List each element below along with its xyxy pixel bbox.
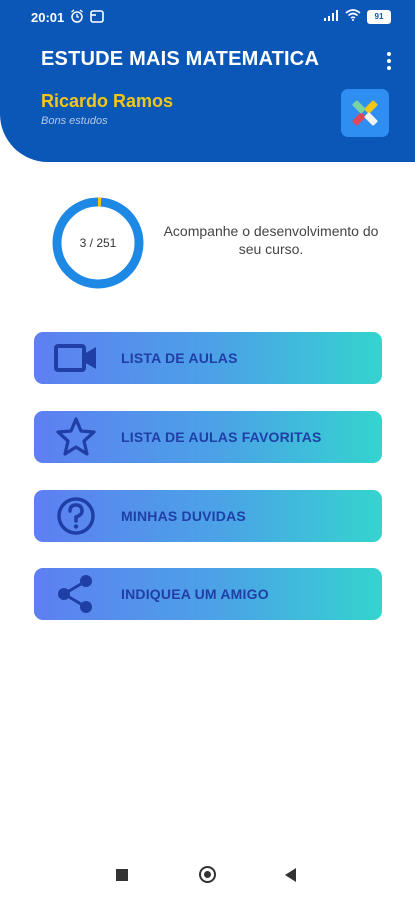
recent-apps-icon[interactable] bbox=[116, 869, 128, 881]
share-icon bbox=[52, 574, 100, 614]
help-circle-icon bbox=[52, 496, 100, 536]
star-icon bbox=[52, 417, 100, 457]
menu-item-label: LISTA DE AULAS bbox=[121, 350, 238, 366]
app-header: 20:01 91 ESTUDE MAIS MATEMATICA Ricardo … bbox=[0, 0, 415, 162]
menu-item-label: LISTA DE AULAS FAVORITAS bbox=[121, 429, 322, 445]
alarm-icon bbox=[70, 9, 84, 26]
app-notification-icon bbox=[90, 10, 104, 26]
status-bar: 20:01 91 bbox=[0, 0, 415, 34]
menu-item-label: MINHAS DUVIDAS bbox=[121, 508, 246, 524]
lessons-list-button[interactable]: LISTA DE AULAS bbox=[34, 332, 382, 384]
progress-description: Acompanhe o desenvolvimento do seu curso… bbox=[163, 223, 379, 257]
signal-icon bbox=[323, 9, 339, 24]
more-vert-icon[interactable] bbox=[386, 52, 392, 70]
system-nav-bar bbox=[0, 850, 415, 900]
course-progress-ring: 3 / 251 bbox=[51, 196, 145, 290]
wifi-icon bbox=[345, 9, 361, 24]
invite-friend-button[interactable]: INDIQUEA UM AMIGO bbox=[34, 568, 382, 620]
status-time: 20:01 bbox=[31, 10, 65, 25]
favorite-lessons-button[interactable]: LISTA DE AULAS FAVORITAS bbox=[34, 411, 382, 463]
home-icon[interactable] bbox=[199, 866, 216, 883]
menu-item-label: INDIQUEA UM AMIGO bbox=[121, 586, 269, 602]
battery-icon: 91 bbox=[367, 9, 391, 24]
app-logo-icon bbox=[341, 89, 389, 137]
my-questions-button[interactable]: MINHAS DUVIDAS bbox=[34, 490, 382, 542]
app-title: ESTUDE MAIS MATEMATICA bbox=[41, 48, 320, 70]
user-subtitle: Bons estudos bbox=[41, 115, 108, 127]
back-icon[interactable] bbox=[285, 868, 296, 882]
video-camera-icon bbox=[52, 338, 100, 378]
progress-count: 3 / 251 bbox=[79, 236, 117, 250]
user-name: Ricardo Ramos bbox=[41, 91, 174, 111]
